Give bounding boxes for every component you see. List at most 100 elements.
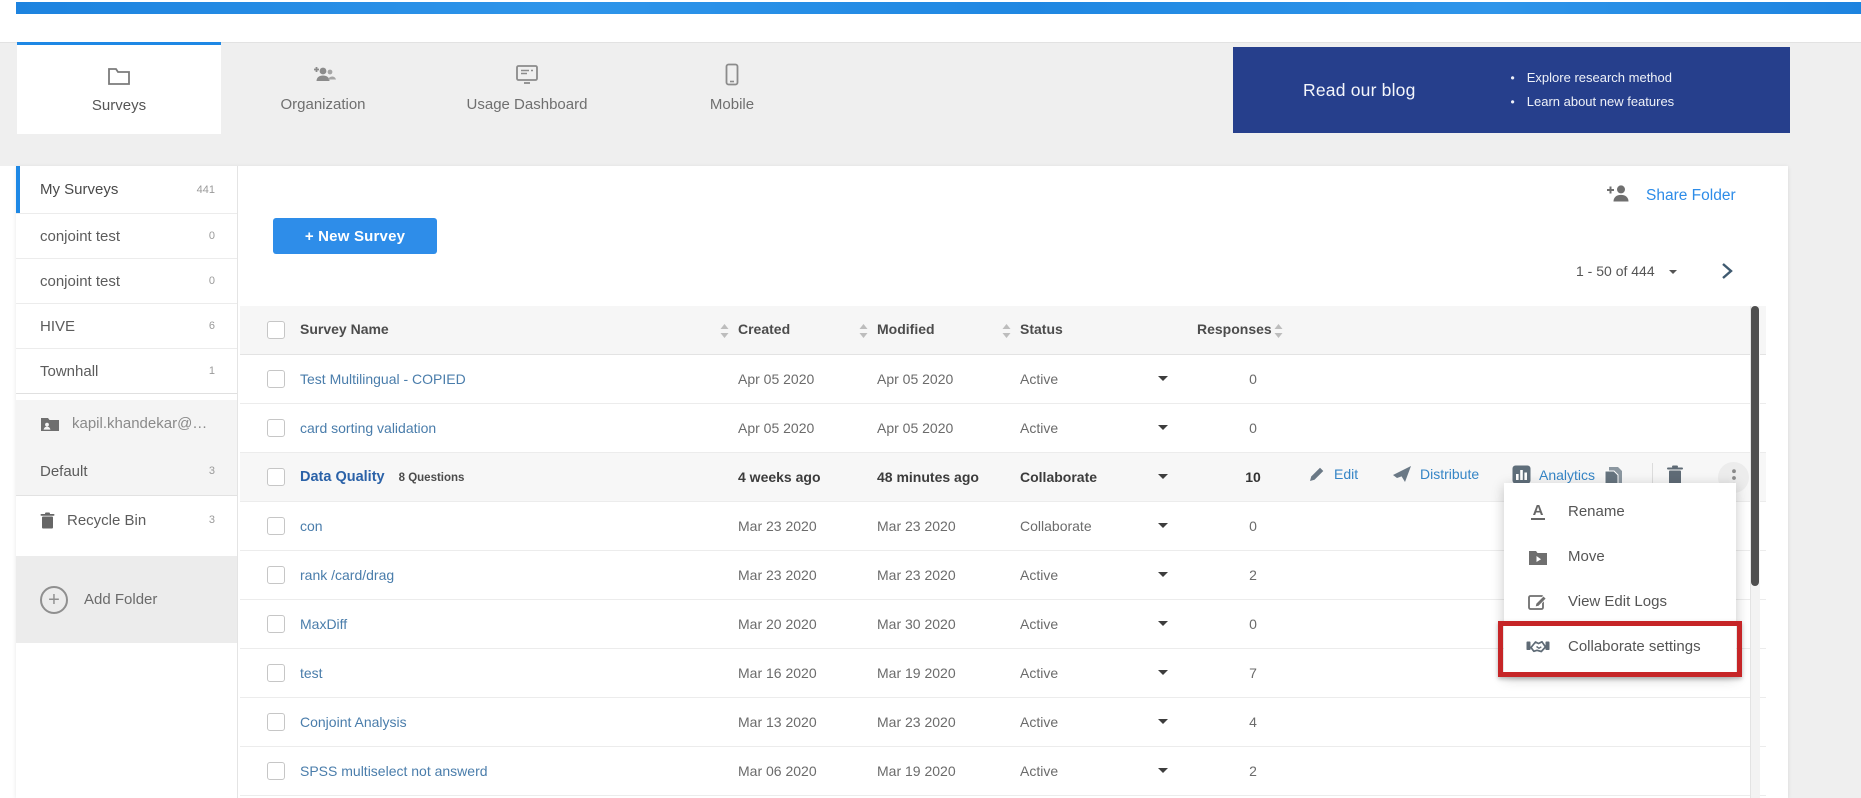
- survey-name-link[interactable]: MaxDiff: [300, 616, 347, 632]
- select-all-checkbox[interactable]: [267, 321, 285, 339]
- menu-item-move[interactable]: Move: [1504, 534, 1736, 579]
- row-context-menu: A Rename Move View Edit Logs: [1504, 483, 1736, 675]
- modified-cell: Mar 23 2020: [877, 567, 956, 583]
- status-dropdown-caret[interactable]: [1158, 719, 1168, 729]
- sidebar-item-townhall[interactable]: Townhall 1: [16, 349, 237, 394]
- row-checkbox[interactable]: [267, 468, 285, 486]
- sidebar-item-my-surveys[interactable]: My Surveys 441: [16, 166, 237, 214]
- move-folder-icon: [1526, 549, 1550, 565]
- sidebar-item-recycle-bin[interactable]: Recycle Bin 3: [16, 496, 237, 544]
- status-cell: Active: [1020, 763, 1058, 779]
- sidebar-item-conjoint-test-2[interactable]: conjoint test 0: [16, 259, 237, 304]
- analytics-action[interactable]: Analytics: [1512, 465, 1595, 484]
- folder-label: conjoint test: [40, 273, 120, 290]
- menu-item-collaborate-settings[interactable]: Collaborate settings: [1504, 624, 1736, 669]
- tab-organization[interactable]: Organization: [221, 42, 425, 133]
- status-dropdown-caret[interactable]: [1158, 670, 1168, 680]
- menu-item-view-edit-logs[interactable]: View Edit Logs: [1504, 579, 1736, 624]
- modified-cell: Mar 19 2020: [877, 763, 956, 779]
- status-dropdown-caret[interactable]: [1158, 474, 1168, 484]
- delete-survey-button[interactable]: [1666, 465, 1684, 485]
- row-checkbox[interactable]: [267, 517, 285, 535]
- row-checkbox[interactable]: [267, 615, 285, 633]
- question-count: 8 Questions: [399, 472, 465, 484]
- survey-name-link[interactable]: Conjoint Analysis: [300, 714, 407, 730]
- status-cell: Collaborate: [1020, 469, 1097, 485]
- tab-label: Surveys: [92, 97, 146, 114]
- survey-name-link[interactable]: SPSS multiselect not answerd: [300, 763, 488, 779]
- sidebar-item-conjoint-test-1[interactable]: conjoint test 0: [16, 214, 237, 259]
- add-folder-button[interactable]: + Add Folder: [16, 556, 237, 643]
- pagination-range[interactable]: 1 - 50 of 444: [1576, 263, 1655, 279]
- responses-cell: 7: [1225, 665, 1281, 681]
- sort-icon[interactable]: [859, 324, 868, 343]
- tab-label: Usage Dashboard: [467, 96, 588, 113]
- shared-folder-group: kapil.khandekar@que... Default 3: [16, 400, 237, 496]
- banner-title[interactable]: Read our blog: [1303, 80, 1416, 101]
- share-folder-button[interactable]: Share Folder: [1606, 184, 1736, 208]
- sidebar-item-default[interactable]: Default 3: [16, 447, 237, 495]
- col-created[interactable]: Created: [738, 321, 790, 337]
- tab-surveys[interactable]: Surveys: [17, 42, 221, 133]
- responses-cell: 2: [1225, 763, 1281, 779]
- banner-bullet: Learn about new features: [1511, 90, 1675, 114]
- row-checkbox[interactable]: [267, 713, 285, 731]
- status-cell: Active: [1020, 714, 1058, 730]
- table-scrollbar-thumb[interactable]: [1751, 306, 1759, 586]
- row-checkbox[interactable]: [267, 762, 285, 780]
- folder-label: Default: [40, 463, 88, 480]
- blog-banner[interactable]: Read our blog Explore research method Le…: [1233, 47, 1790, 133]
- table-row: Conjoint Analysis Mar 13 2020 Mar 23 202…: [240, 698, 1766, 747]
- survey-name-link[interactable]: Data Quality 8 Questions: [300, 469, 464, 485]
- pagination-caret-icon[interactable]: [1669, 270, 1677, 278]
- col-status[interactable]: Status: [1020, 321, 1063, 337]
- status-dropdown-caret[interactable]: [1158, 768, 1168, 778]
- col-modified[interactable]: Modified: [877, 321, 935, 337]
- responses-cell: 2: [1225, 567, 1281, 583]
- table-row: card sorting validation Apr 05 2020 Apr …: [240, 404, 1766, 453]
- survey-name-link[interactable]: test: [300, 665, 323, 681]
- created-cell: Mar 16 2020: [738, 665, 817, 681]
- status-dropdown-caret[interactable]: [1158, 523, 1168, 533]
- col-survey-name[interactable]: Survey Name: [300, 321, 389, 337]
- new-survey-button[interactable]: + New Survey: [273, 218, 437, 254]
- survey-name-link[interactable]: Test Multilingual - COPIED: [300, 371, 466, 387]
- top-accent-bar: [16, 2, 1861, 14]
- status-dropdown-caret[interactable]: [1158, 621, 1168, 631]
- tab-usage-dashboard[interactable]: Usage Dashboard: [425, 42, 629, 133]
- status-cell: Active: [1020, 371, 1058, 387]
- sort-icon[interactable]: [720, 324, 729, 343]
- status-dropdown-caret[interactable]: [1158, 425, 1168, 435]
- row-checkbox[interactable]: [267, 419, 285, 437]
- menu-item-rename[interactable]: A Rename: [1504, 489, 1736, 534]
- survey-name-link[interactable]: card sorting validation: [300, 420, 436, 436]
- row-checkbox[interactable]: [267, 370, 285, 388]
- created-cell: Mar 23 2020: [738, 567, 817, 583]
- row-checkbox[interactable]: [267, 566, 285, 584]
- table-row: SPSS multiselect not answerd Mar 06 2020…: [240, 747, 1766, 796]
- next-page-button[interactable]: [1719, 262, 1735, 280]
- folder-label: My Surveys: [40, 181, 118, 198]
- tab-mobile[interactable]: Mobile: [630, 42, 834, 133]
- created-cell: Mar 20 2020: [738, 616, 817, 632]
- sidebar-item-hive[interactable]: HIVE 6: [16, 304, 237, 349]
- people-add-icon: [309, 63, 337, 87]
- status-dropdown-caret[interactable]: [1158, 572, 1168, 582]
- status-cell: Active: [1020, 665, 1058, 681]
- responses-cell: 0: [1225, 420, 1281, 436]
- edit-label: Edit: [1334, 466, 1358, 482]
- survey-name-link[interactable]: rank /card/drag: [300, 567, 394, 583]
- survey-name-text: Data Quality: [300, 469, 385, 485]
- status-dropdown-caret[interactable]: [1158, 376, 1168, 386]
- sort-icon[interactable]: [1274, 324, 1283, 343]
- survey-name-link[interactable]: con: [300, 518, 323, 534]
- distribute-action[interactable]: Distribute: [1392, 465, 1479, 483]
- sidebar-item-shared-account[interactable]: kapil.khandekar@que...: [16, 400, 237, 447]
- sort-icon[interactable]: [1002, 324, 1011, 343]
- edit-action[interactable]: Edit: [1308, 465, 1358, 483]
- distribute-label: Distribute: [1420, 466, 1479, 482]
- responses-cell: 10: [1225, 469, 1281, 485]
- row-checkbox[interactable]: [267, 664, 285, 682]
- col-responses[interactable]: Responses: [1197, 321, 1272, 337]
- status-cell: Active: [1020, 616, 1058, 632]
